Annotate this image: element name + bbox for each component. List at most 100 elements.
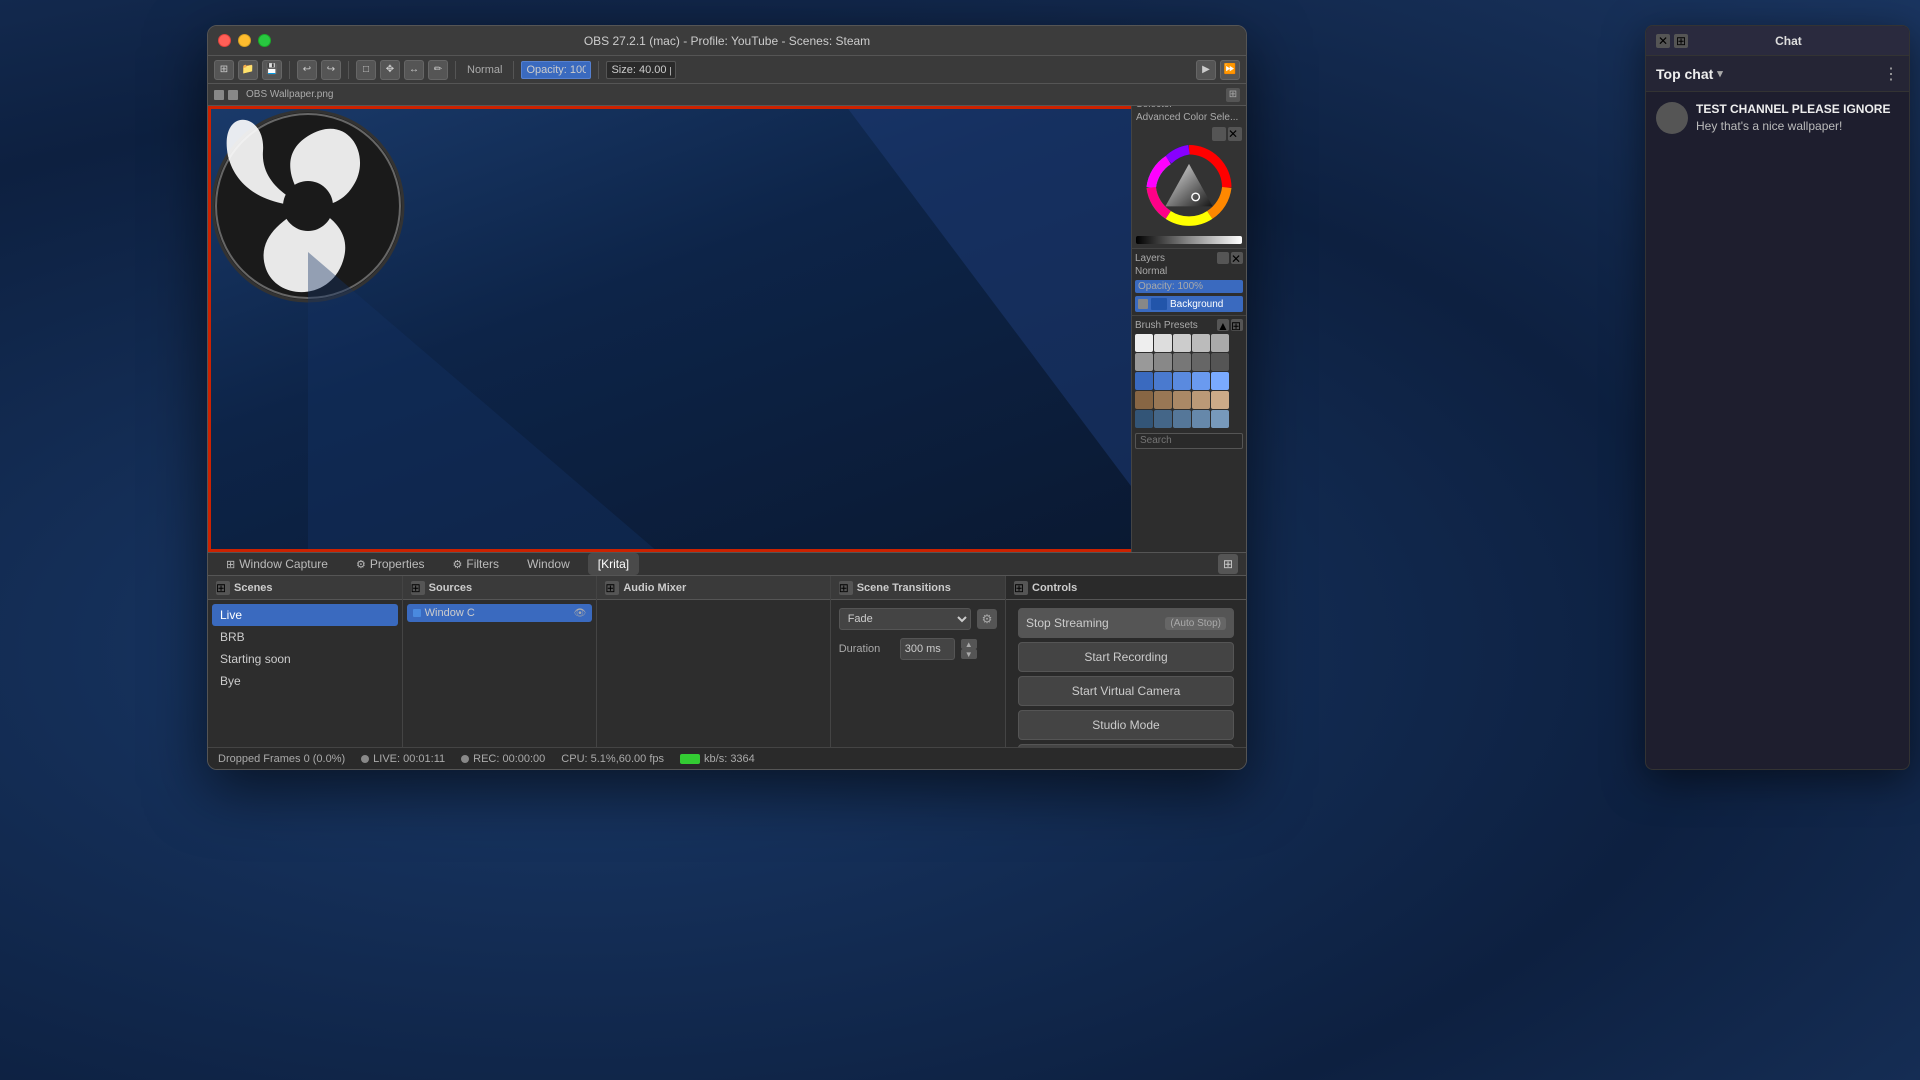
brush-16[interactable]	[1135, 391, 1153, 409]
bg-shape-2	[308, 252, 658, 552]
krita-header-min[interactable]	[228, 90, 238, 100]
layer-item-background[interactable]: Background	[1135, 296, 1243, 312]
studio-mode-button[interactable]: Studio Mode	[1018, 710, 1234, 740]
status-bar: Dropped Frames 0 (0.0%) LIVE: 00:01:11 R…	[208, 747, 1246, 769]
color-wheel-svg[interactable]	[1136, 145, 1242, 230]
brush-20[interactable]	[1211, 391, 1229, 409]
toolbar-transform[interactable]: ↔	[404, 60, 424, 80]
scene-brb[interactable]: BRB	[212, 626, 398, 648]
obs-canvas	[208, 106, 1246, 552]
scene-live[interactable]: Live	[212, 604, 398, 626]
tab-krita-label: [Krita]	[598, 557, 629, 571]
brush-9[interactable]	[1192, 353, 1210, 371]
tab-window-capture[interactable]: ⊞ Window Capture	[216, 553, 338, 575]
krita-color-section: Advanced Color Selector Advanced Color S…	[1132, 84, 1246, 249]
brush-18[interactable]	[1173, 391, 1191, 409]
transition-duration-input[interactable]	[900, 638, 955, 660]
brush-5[interactable]	[1211, 334, 1229, 352]
toolbar-redo[interactable]: ↪	[321, 60, 341, 80]
chat-panel-title: Chat	[1775, 34, 1802, 48]
main-toolbar: ⊞ 📁 💾 ↩ ↪ □ ✥ ↔ ✏ Normal ▶ ⏩	[208, 56, 1246, 84]
brush-15[interactable]	[1211, 372, 1229, 390]
layers-actions: ✕	[1217, 252, 1243, 264]
brush-2[interactable]	[1154, 334, 1172, 352]
brush-17[interactable]	[1154, 391, 1172, 409]
brush-11[interactable]	[1135, 372, 1153, 390]
stop-streaming-button[interactable]: Stop Streaming (Auto Stop)	[1018, 608, 1234, 638]
krita-filename: OBS Wallpaper.png	[246, 89, 333, 100]
color-gradient-bar[interactable]	[1136, 236, 1242, 244]
brush-sort[interactable]: ▲	[1217, 319, 1229, 331]
audio-panel-icon[interactable]: ⊞	[605, 581, 619, 595]
transition-down-arrow[interactable]: ▼	[961, 649, 977, 659]
toolbar-move[interactable]: ✥	[380, 60, 400, 80]
start-recording-button[interactable]: Start Recording	[1018, 642, 1234, 672]
panel-configure-btn[interactable]: ⊞	[1218, 554, 1238, 574]
brush-7[interactable]	[1154, 353, 1172, 371]
chat-avatar-0	[1656, 102, 1688, 134]
tab-properties-label: Properties	[370, 557, 425, 571]
toolbar-select[interactable]: □	[356, 60, 376, 80]
opacity-input[interactable]	[521, 61, 591, 79]
chat-mode-dropdown[interactable]: Top chat ▾	[1656, 66, 1723, 82]
brush-13[interactable]	[1173, 372, 1191, 390]
maximize-button[interactable]	[258, 34, 271, 47]
brush-14[interactable]	[1192, 372, 1210, 390]
brush-25[interactable]	[1211, 410, 1229, 428]
toolbar-open[interactable]: 📁	[238, 60, 258, 80]
chat-popout-icon[interactable]: ⊞	[1674, 34, 1688, 48]
brush-tag[interactable]: ⊞	[1231, 319, 1243, 331]
brush-3[interactable]	[1173, 334, 1191, 352]
tab-window[interactable]: Window	[517, 553, 580, 575]
tab-properties[interactable]: ⚙ Properties	[346, 553, 435, 575]
brush-8[interactable]	[1173, 353, 1191, 371]
krita-header-fullscreen[interactable]: ⊞	[1226, 88, 1240, 102]
controls-panel-icon[interactable]: ⊞	[1014, 581, 1028, 595]
tab-krita[interactable]: [Krita]	[588, 553, 639, 575]
toolbar-extra1[interactable]: ▶	[1196, 60, 1216, 80]
toolbar-paint[interactable]: ✏	[428, 60, 448, 80]
brush-presets-header: Brush Presets ▲ ⊞	[1135, 319, 1243, 331]
krita-color-btn2[interactable]: ✕	[1228, 127, 1242, 141]
layers-add[interactable]	[1217, 252, 1229, 264]
scene-starting-soon[interactable]: Starting soon	[212, 648, 398, 670]
toolbar-save[interactable]: 💾	[262, 60, 282, 80]
toolbar-new[interactable]: ⊞	[214, 60, 234, 80]
transition-type-select[interactable]: Fade Cut Swipe	[839, 608, 971, 630]
toolbar-undo[interactable]: ↩	[297, 60, 317, 80]
scene-bye[interactable]: Bye	[212, 670, 398, 692]
brush-1[interactable]	[1135, 334, 1153, 352]
brush-23[interactable]	[1173, 410, 1191, 428]
tab-filters[interactable]: ⚙ Filters	[443, 553, 510, 575]
close-button[interactable]	[218, 34, 231, 47]
krita-color-btn1[interactable]	[1212, 127, 1226, 141]
transition-settings-btn[interactable]: ⚙	[977, 609, 997, 629]
brush-10[interactable]	[1211, 353, 1229, 371]
transitions-panel-icon[interactable]: ⊞	[839, 581, 853, 595]
layer-name: Background	[1170, 299, 1223, 310]
chat-close-icon[interactable]: ✕	[1656, 34, 1670, 48]
brush-22[interactable]	[1154, 410, 1172, 428]
krita-header-close[interactable]	[214, 90, 224, 100]
source-visibility-icon: 👁	[574, 608, 587, 619]
chat-kebab-menu[interactable]: ⋮	[1883, 64, 1899, 84]
source-window-capture[interactable]: Window C 👁	[407, 604, 593, 622]
transitions-header-left: ⊞ Scene Transitions	[839, 581, 951, 595]
brush-12[interactable]	[1154, 372, 1172, 390]
brush-4[interactable]	[1192, 334, 1210, 352]
status-cpu: CPU: 5.1%,60.00 fps	[561, 753, 664, 765]
start-virtual-camera-button[interactable]: Start Virtual Camera	[1018, 676, 1234, 706]
layers-close[interactable]: ✕	[1231, 252, 1243, 264]
brush-24[interactable]	[1192, 410, 1210, 428]
brush-6[interactable]	[1135, 353, 1153, 371]
sources-panel-icon[interactable]: ⊞	[411, 581, 425, 595]
brush-search-input[interactable]	[1135, 433, 1243, 449]
toolbar-extra2[interactable]: ⏩	[1220, 60, 1240, 80]
scenes-panel-icon[interactable]: ⊞	[216, 581, 230, 595]
transition-up-arrow[interactable]: ▲	[961, 639, 977, 649]
brush-21[interactable]	[1135, 410, 1153, 428]
minimize-button[interactable]	[238, 34, 251, 47]
size-input[interactable]	[606, 61, 676, 79]
controls-header-left: ⊞ Controls	[1014, 581, 1077, 595]
brush-19[interactable]	[1192, 391, 1210, 409]
